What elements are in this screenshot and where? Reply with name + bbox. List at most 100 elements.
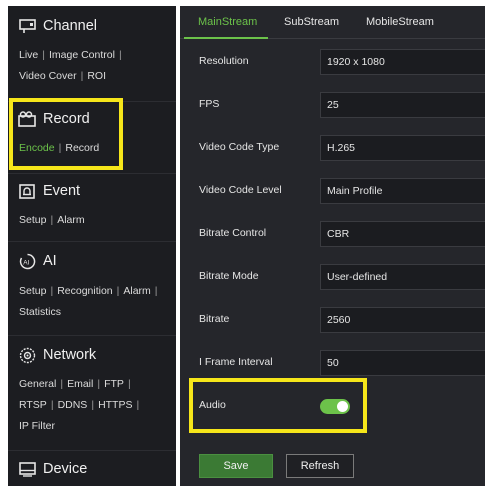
tab-mainstream[interactable]: MainStream [198,16,257,28]
link-ftp[interactable]: FTP [104,378,124,390]
form-row-video-code-level: Video Code Level Main Profile [180,176,485,206]
ai-icon: AI [18,252,36,270]
link-image-control[interactable]: Image Control [49,49,115,61]
sidebar-header-device[interactable]: Device [8,456,176,482]
tab-substream[interactable]: SubStream [284,16,339,28]
link-general[interactable]: General [19,378,56,390]
link-live[interactable]: Live [19,49,38,61]
link-separator: | [50,285,54,297]
form-row-bitrate-mode: Bitrate Mode User-defined [180,262,485,292]
sidebar-header-network[interactable]: Network [8,342,176,368]
link-statistics[interactable]: Statistics [19,306,61,318]
sidebar-header-channel[interactable]: Channel [8,13,176,39]
fps-label: FPS [199,98,220,110]
audio-label: Audio [199,399,226,411]
link-recognition[interactable]: Recognition [57,285,112,297]
form-row-audio: Audio [180,391,485,421]
bitrate-mode-select[interactable]: User-defined [320,264,485,290]
sidebar-section-device: Device [8,456,176,482]
link-alarm[interactable]: Alarm [57,214,84,226]
refresh-button[interactable]: Refresh [286,454,354,478]
bitrate-input[interactable]: 2560 [320,307,485,333]
bitrate-control-label: Bitrate Control [199,227,267,239]
fps-select[interactable]: 25 [320,92,485,118]
sidebar-header-event[interactable]: Event [8,178,176,204]
monitor-icon [18,17,36,35]
link-separator: | [42,49,45,61]
sidebar-divider [8,241,176,242]
sidebar-section-network: Network General | Email | FTP | RTSP | DDNS | HTT… [8,342,176,437]
sidebar-divider [8,173,176,174]
link-separator: | [154,285,158,297]
sidebar-title-record: Record [43,111,90,127]
form-row-i-frame-interval: I Frame Interval 50 [180,348,485,378]
svg-text:AI: AI [23,259,29,266]
channel-links: Live | Image Control | Video Cover | ROI [8,45,176,87]
sidebar-title-event: Event [43,183,81,199]
audio-toggle[interactable] [320,399,350,414]
event-links: Setup | Alarm [8,210,176,231]
link-separator: | [97,378,101,390]
link-encode[interactable]: Encode [19,142,55,154]
sidebar-header-ai[interactable]: AI AI [8,248,176,274]
link-separator: | [50,214,54,226]
active-tab-indicator [184,37,268,39]
link-record[interactable]: Record [65,142,99,154]
save-button[interactable]: Save [199,454,273,478]
resolution-label: Resolution [199,55,249,67]
stream-tabs: MainStream SubStream MobileStream [180,6,485,39]
video-code-type-select[interactable]: H.265 [320,135,485,161]
link-separator: | [127,378,131,390]
link-separator: | [91,399,95,411]
sidebar-section-channel: Channel Live | Image Control | Video Cover |… [8,13,176,87]
link-rtsp[interactable]: RTSP [19,399,47,411]
network-links: General | Email | FTP | RTSP | DDNS | HTTPS | IP F… [8,374,176,437]
link-email[interactable]: Email [67,378,93,390]
tab-mobilestream[interactable]: MobileStream [366,16,434,28]
sidebar-title-network: Network [43,347,97,363]
form-row-bitrate-control: Bitrate Control CBR [180,219,485,249]
link-separator: | [50,399,54,411]
sidebar-section-event: Event Setup | Alarm [8,178,176,231]
link-setup[interactable]: Setup [19,214,46,226]
link-separator: | [80,70,84,82]
link-ip-filter[interactable]: IP Filter [19,420,55,432]
sidebar-divider [8,335,176,336]
sidebar-header-record[interactable]: Record [8,106,176,132]
bitrate-mode-label: Bitrate Mode [199,270,259,282]
i-frame-interval-input[interactable]: 50 [320,350,485,376]
sidebar-title-channel: Channel [43,18,98,34]
link-separator: | [118,49,122,61]
sidebar-title-ai: AI [43,253,57,269]
video-code-level-select[interactable]: Main Profile [320,178,485,204]
i-frame-interval-label: I Frame Interval [199,356,273,368]
link-separator: | [58,142,62,154]
form-row-resolution: Resolution 1920 x 1080 [180,47,485,77]
sidebar-section-record: Record Encode | Record [8,106,176,159]
link-video-cover[interactable]: Video Cover [19,70,77,82]
link-separator: | [60,378,64,390]
video-code-type-label: Video Code Type [199,141,280,153]
sidebar-title-device: Device [43,461,88,477]
camera-icon [18,110,36,128]
link-ddns[interactable]: DDNS [58,399,88,411]
link-https[interactable]: HTTPS [98,399,132,411]
link-alarm[interactable]: Alarm [123,285,150,297]
bitrate-control-select[interactable]: CBR [320,221,485,247]
link-separator: | [136,399,140,411]
bitrate-label: Bitrate [199,313,230,325]
form-row-fps: FPS 25 [180,90,485,120]
sidebar-divider [8,101,176,102]
resolution-select[interactable]: 1920 x 1080 [320,49,485,75]
form-row-bitrate: Bitrate 2560 [180,305,485,335]
link-setup[interactable]: Setup [19,285,46,297]
link-roi[interactable]: ROI [87,70,106,82]
sidebar: Channel Live | Image Control | Video Cover |… [8,6,176,486]
network-icon [18,346,36,364]
alarm-icon [18,182,36,200]
link-separator: | [116,285,120,297]
sidebar-section-ai: AI AI Setup | Recognition | Alarm | Statistic… [8,248,176,323]
sidebar-divider [8,450,176,451]
record-links: Encode | Record [8,138,176,159]
video-code-level-label: Video Code Level [199,184,282,196]
